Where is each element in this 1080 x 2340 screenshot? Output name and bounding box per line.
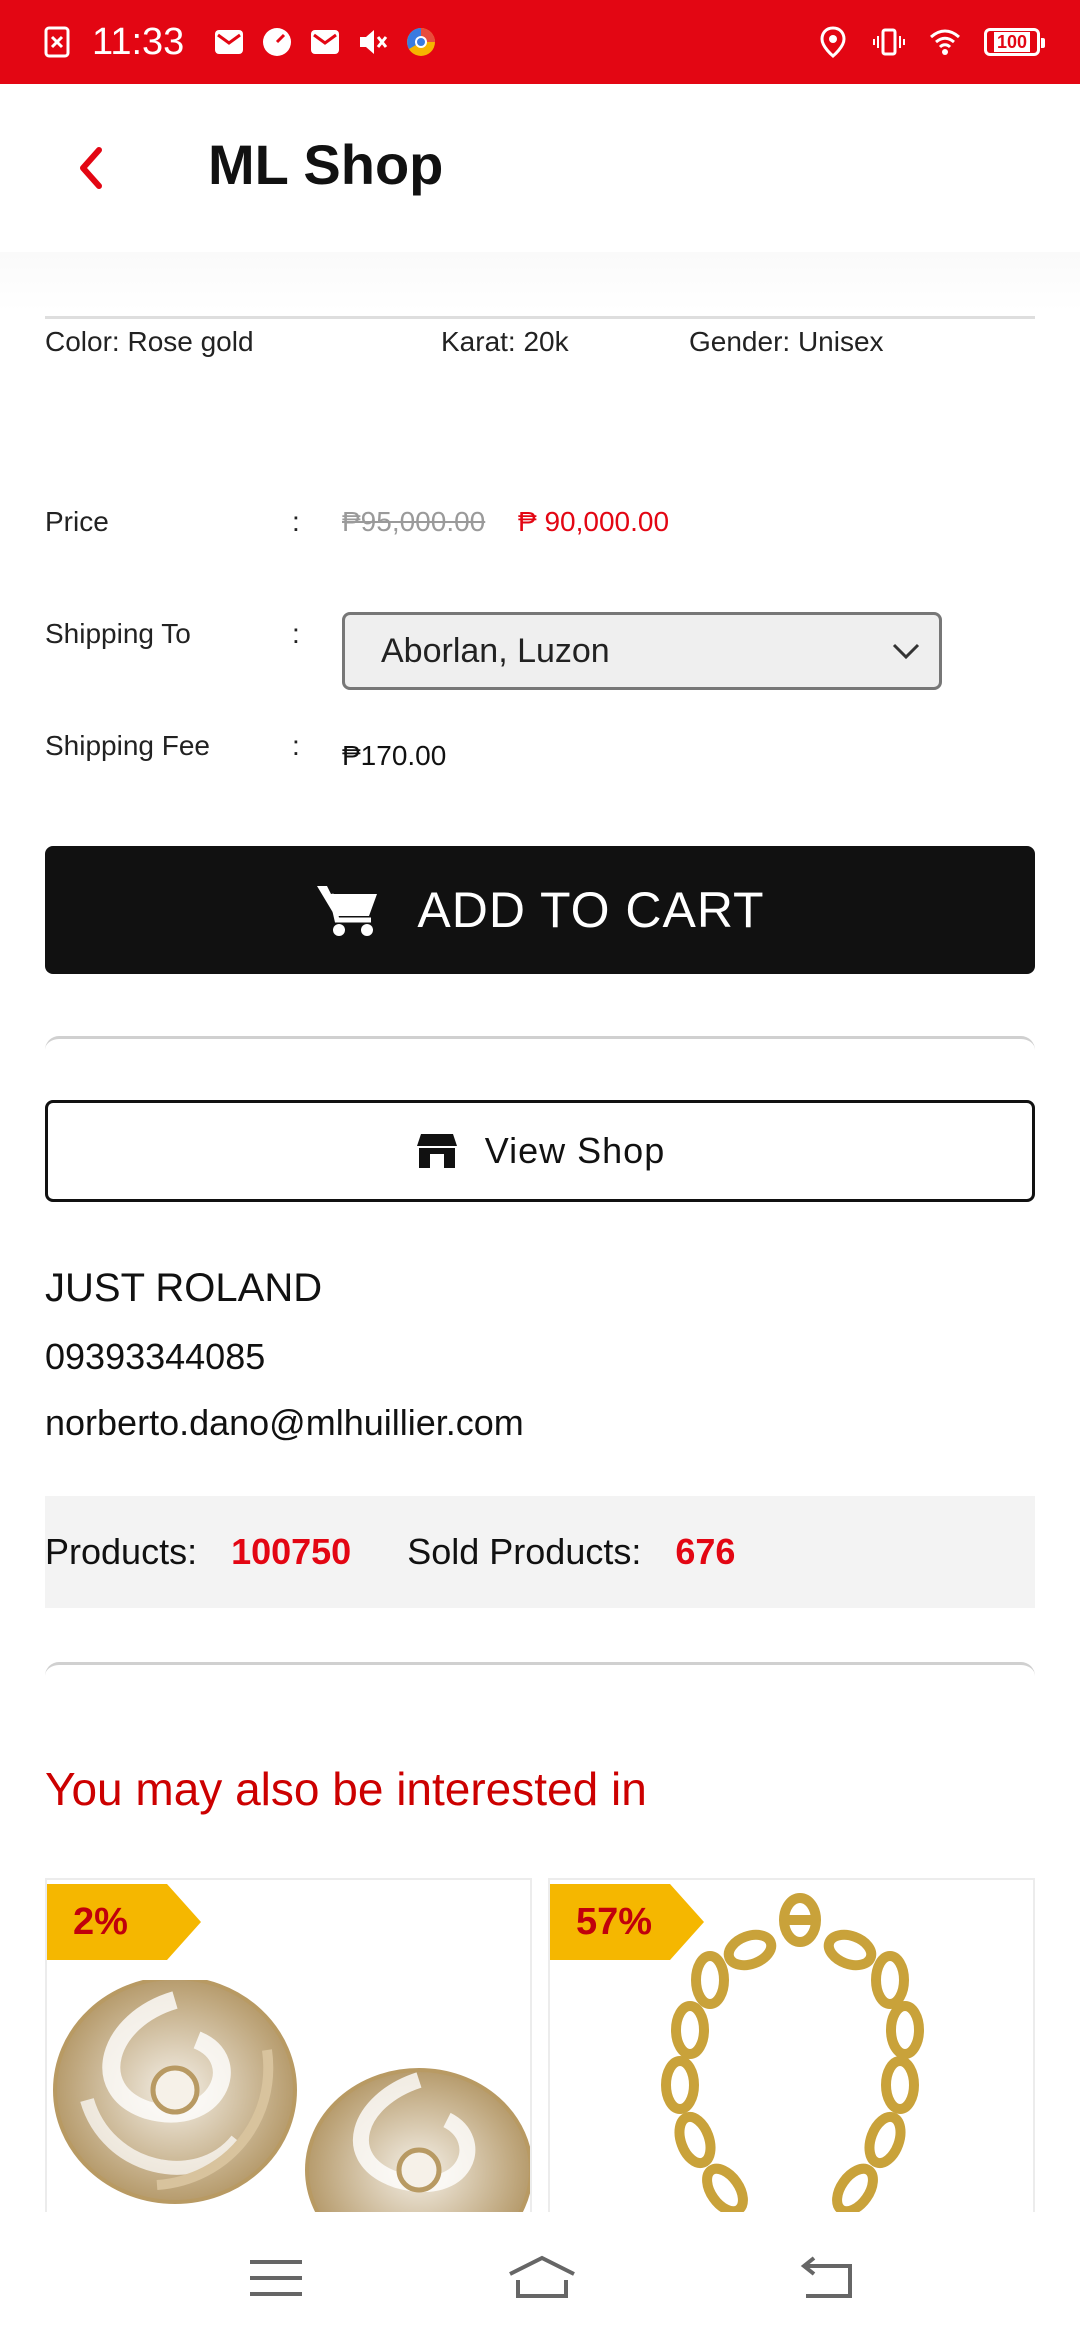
mail-icon xyxy=(311,30,340,54)
fee-colon: : xyxy=(292,730,300,761)
shop-phone: 09393344085 xyxy=(45,1336,266,1377)
attr-karat: Karat: 20k xyxy=(441,326,569,357)
shop-stats: Products: 100750 Sold Products: 676 xyxy=(45,1496,1035,1608)
speed-icon xyxy=(263,28,292,56)
shop-card-top-border xyxy=(45,1036,1035,1050)
earring-image xyxy=(53,1980,530,2213)
discount-value: 2% xyxy=(73,1900,128,1943)
price-colon: : xyxy=(292,506,300,537)
store-icon xyxy=(416,1134,457,1168)
view-shop-label: View Shop xyxy=(484,1130,666,1171)
section-title: You may also be interested in xyxy=(45,1763,647,1815)
status-bar: 11:33 100 xyxy=(0,0,1080,84)
view-shop-button[interactable]: View Shop xyxy=(45,1100,1035,1202)
chevron-left-icon xyxy=(80,147,102,189)
chrome-icon xyxy=(407,28,436,56)
products-label: Products: xyxy=(45,1531,198,1572)
price-discounted: ₱ 90,000.00 xyxy=(518,506,670,537)
product-card[interactable]: 2% xyxy=(45,1878,532,2213)
back-nav-icon[interactable] xyxy=(792,2252,856,2304)
attr-gender: Gender: Unisex xyxy=(689,326,884,357)
divider xyxy=(45,316,1035,319)
shop-card-bottom-border xyxy=(45,1662,1035,1676)
chevron-down-icon xyxy=(892,643,920,660)
battery-icon: 100 xyxy=(984,28,1045,56)
price-original: ₱95,000.00 xyxy=(342,506,486,537)
shipping-select[interactable]: Aborlan, Luzon xyxy=(342,612,942,690)
location-icon xyxy=(820,26,846,58)
page-title: ML Shop xyxy=(208,133,444,196)
app-header: ML Shop xyxy=(0,84,1080,252)
status-right: 100 xyxy=(816,0,1045,84)
status-time: 11:33 xyxy=(92,20,185,63)
x-box-icon xyxy=(44,26,70,58)
mute-icon xyxy=(360,30,388,54)
header-shadow xyxy=(0,252,1080,312)
status-left: 11:33 xyxy=(40,21,438,64)
shop-name: JUST ROLAND xyxy=(45,1266,323,1310)
attr-color: Color: Rose gold xyxy=(45,326,254,357)
shipping-select-value: Aborlan, Luzon xyxy=(381,631,610,670)
vibrate-icon xyxy=(873,28,905,56)
price-label: Price xyxy=(45,506,109,537)
system-nav-bar xyxy=(0,2212,1080,2340)
fee-value: ₱170.00 xyxy=(342,740,447,771)
product-card[interactable]: 57% xyxy=(548,1878,1035,2213)
home-icon[interactable] xyxy=(506,2252,578,2304)
back-button[interactable] xyxy=(60,134,120,202)
sold-label: Sold Products: xyxy=(407,1531,642,1572)
cart-icon xyxy=(317,886,378,936)
products-count: 100750 xyxy=(231,1531,352,1572)
necklace-image xyxy=(661,1893,924,2213)
shipping-label: Shipping To xyxy=(45,618,191,649)
sold-count: 676 xyxy=(675,1531,736,1572)
add-to-cart-button[interactable]: ADD TO CART xyxy=(45,846,1035,974)
shop-email: norberto.dano@mlhuillier.com xyxy=(45,1402,524,1443)
battery-level: 100 xyxy=(993,32,1031,52)
discount-badge: 2% xyxy=(47,1884,201,1960)
shipping-colon: : xyxy=(292,618,300,649)
menu-icon[interactable] xyxy=(244,2252,308,2304)
wifi-icon xyxy=(930,29,960,55)
add-to-cart-label: ADD TO CART xyxy=(417,882,765,938)
fee-label: Shipping Fee xyxy=(45,730,211,761)
mail-icon xyxy=(215,30,244,54)
